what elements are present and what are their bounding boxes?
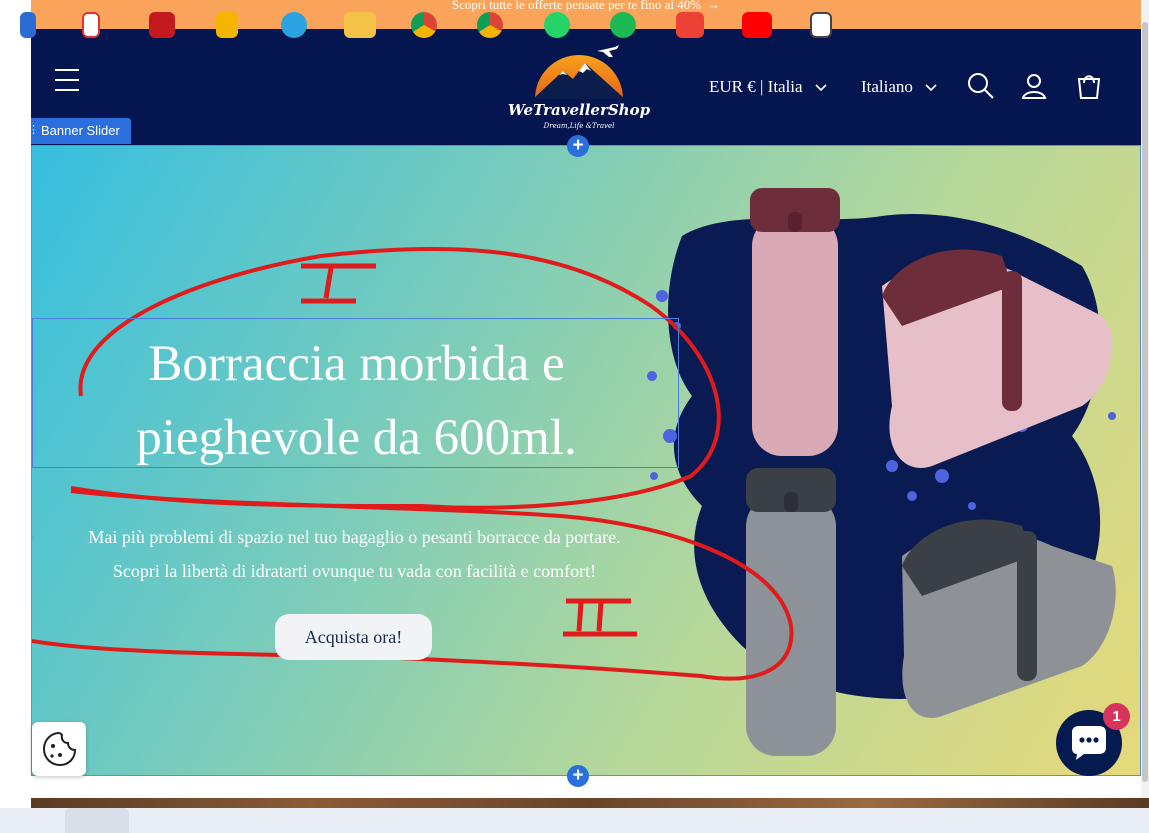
gmail-icon[interactable]	[676, 12, 704, 38]
headline-selection-box[interactable]: Borraccia morbida e pieghevole da 600ml.	[32, 318, 679, 468]
announcement-bar[interactable]: Scopri tutte le offerte pensate per te f…	[31, 0, 1141, 29]
folder-icon[interactable]	[344, 12, 376, 38]
language-label: Italiano	[861, 77, 913, 96]
site-logo[interactable]: WeTravellerShop Dream,Life &Travel	[499, 37, 659, 135]
currency-label: EUR € | Italia	[709, 77, 803, 96]
section-editor-tag[interactable]: ⋮ Banner Slider	[28, 118, 131, 144]
spotify-icon[interactable]	[610, 12, 636, 38]
document-icon[interactable]	[82, 12, 100, 38]
add-section-icon[interactable]: +	[567, 765, 589, 787]
file-icon[interactable]	[216, 12, 238, 38]
browser-page: Scopri tutte le offerte pensate per te f…	[0, 0, 1149, 833]
buy-now-button[interactable]: Acquista ora!	[275, 614, 432, 660]
chrome-profile-icon[interactable]	[477, 12, 503, 38]
youtube-icon[interactable]	[742, 12, 772, 38]
headline-line-1: Borraccia morbida e	[148, 336, 565, 392]
cart-icon[interactable]	[1074, 71, 1104, 101]
drag-handle-icon[interactable]: ⋮	[28, 125, 39, 136]
desktop-wallpaper	[31, 798, 1149, 808]
notes-icon[interactable]	[810, 12, 832, 38]
hamburger-menu-icon[interactable]	[55, 69, 79, 91]
logo-title: WeTravellerShop	[507, 101, 651, 119]
add-section-icon[interactable]: +	[567, 135, 589, 157]
windows-icon[interactable]	[20, 12, 36, 38]
chrome-icon[interactable]	[411, 12, 437, 38]
hero-subtitle[interactable]: Mai più problemi di spazio nel tuo bagag…	[32, 520, 677, 588]
subtitle-line-1: Mai più problemi di spazio nel tuo bagag…	[88, 527, 621, 547]
cookie-icon	[42, 731, 77, 767]
account-icon[interactable]	[1019, 71, 1049, 101]
pdf-icon[interactable]	[149, 12, 175, 38]
hero-banner: Borraccia morbida e pieghevole da 600ml.…	[31, 145, 1141, 776]
taskbar	[0, 808, 1149, 833]
taskbar-active-indicator	[65, 808, 129, 833]
logo-tagline: Dream,Life &Travel	[543, 122, 615, 130]
telegram-icon[interactable]	[281, 12, 307, 38]
page-scrollbar[interactable]	[1141, 0, 1149, 800]
scrollbar-thumb[interactable]	[1142, 22, 1148, 782]
section-label: Banner Slider	[41, 123, 120, 138]
chevron-down-icon	[815, 84, 827, 92]
language-selector[interactable]: Italiano	[861, 77, 937, 97]
announcement-text[interactable]: Scopri tutte le offerte pensate per te f…	[452, 0, 701, 12]
logo-mountain-icon	[533, 45, 625, 99]
search-icon[interactable]	[966, 71, 996, 101]
site-header: WeTravellerShop Dream,Life &Travel EUR €…	[31, 29, 1141, 145]
headline-line-2: pieghevole da 600ml.	[136, 410, 577, 466]
whatsapp-icon[interactable]	[544, 12, 570, 38]
currency-selector[interactable]: EUR € | Italia	[709, 77, 827, 97]
chevron-down-icon	[925, 84, 937, 92]
hero-headline[interactable]: Borraccia morbida e pieghevole da 600ml.	[33, 327, 680, 475]
subtitle-line-2: Scopri la libertà di idratarti ovunque t…	[112, 561, 597, 581]
chat-notification-badge: 1	[1103, 703, 1130, 730]
cookie-settings-button[interactable]	[32, 722, 86, 776]
arrow-right-icon: →	[707, 0, 721, 12]
